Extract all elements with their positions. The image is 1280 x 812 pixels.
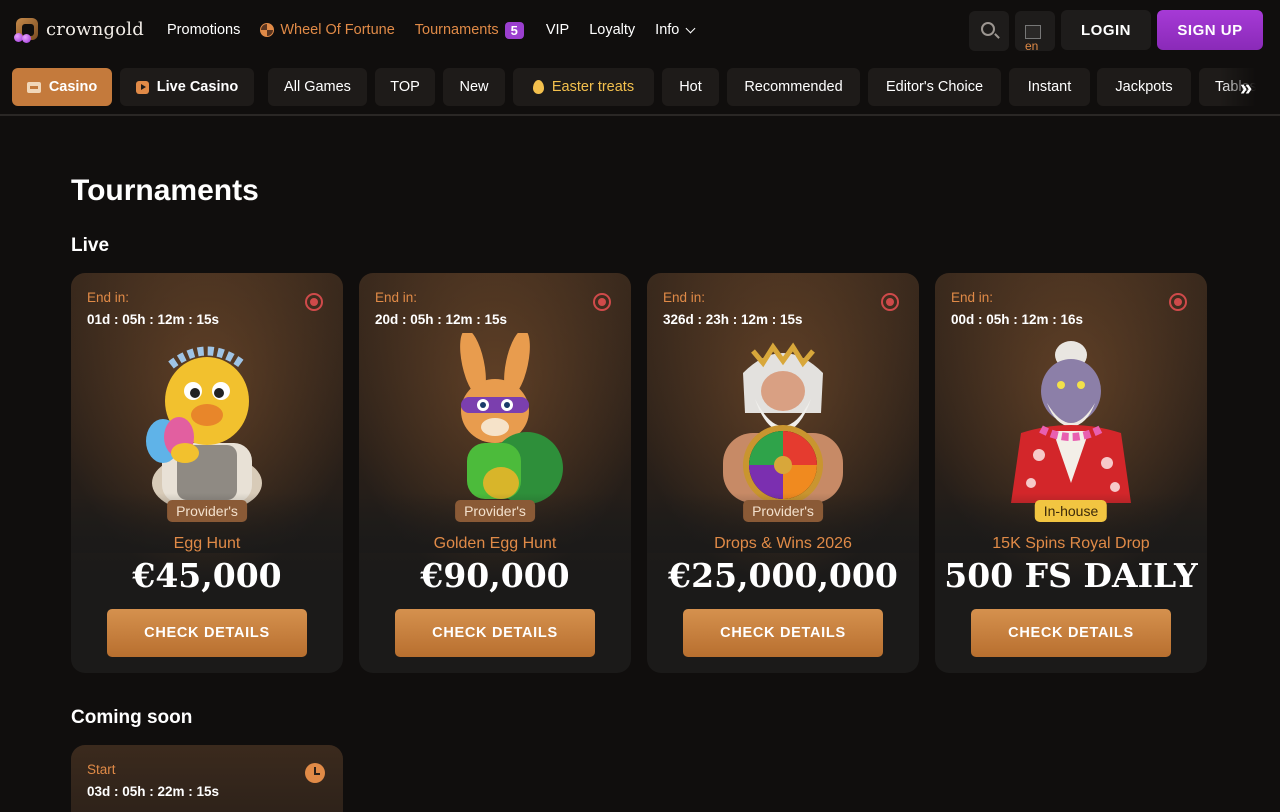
nav-tournaments[interactable]: Tournaments 5 — [414, 21, 524, 39]
tournament-prize: 500 FS DAILY — [944, 556, 1198, 595]
category-editors-choice[interactable]: Editor's Choice — [868, 68, 1001, 106]
brand-logo[interactable]: crowngold — [14, 16, 144, 43]
tournament-type-badge: Provider's — [743, 500, 823, 522]
category-new[interactable]: New — [443, 68, 505, 106]
category-label: Casino — [48, 79, 98, 95]
category-label: Live Casino — [156, 79, 239, 95]
countdown-timer: 326d : 23h : 12m : 15s — [663, 312, 803, 327]
live-indicator-icon — [881, 293, 899, 311]
tournament-card[interactable]: End in: 20d : 05h : 12m : 15s Provider's… — [359, 273, 631, 673]
tournament-type-badge: Provider's — [167, 500, 247, 522]
wheel-icon — [260, 23, 275, 37]
nav-promotions[interactable]: Promotions — [167, 22, 240, 38]
category-bar: Casino Live Casino All Games TOP New Eas… — [0, 64, 1280, 112]
flag-icon — [1025, 25, 1041, 39]
live-section-heading: Live — [71, 235, 110, 256]
tournament-prize: €45,000 — [132, 556, 282, 595]
egg-icon — [532, 80, 544, 94]
check-details-button[interactable]: CHECK DETAILS — [107, 609, 307, 657]
zeus-mascot-image — [723, 342, 843, 505]
check-details-button[interactable]: CHECK DETAILS — [971, 609, 1171, 657]
brand-name: crowngold — [46, 18, 144, 40]
countdown-timer: 00d : 05h : 12m : 16s — [951, 312, 1084, 327]
check-details-button[interactable]: CHECK DETAILS — [395, 609, 595, 657]
nav-wheel-label: Wheel Of Fortune — [280, 22, 395, 38]
tournament-card[interactable]: End in: 01d : 05h : 12m : 15s Provider's… — [71, 273, 343, 673]
tournaments-count-badge: 5 — [504, 21, 524, 39]
check-details-button[interactable]: CHECK DETAILS — [683, 609, 883, 657]
nav-loyalty[interactable]: Loyalty — [589, 22, 635, 38]
bunny-mascot-image — [460, 333, 563, 504]
tournament-type-badge: Provider's — [455, 500, 535, 522]
category-live-casino[interactable]: Live Casino — [120, 68, 254, 106]
login-button[interactable]: LOGIN — [1061, 10, 1151, 50]
tournament-name: Drops & Wins 2026 — [714, 535, 852, 552]
tournament-name: Golden Egg Hunt — [433, 535, 557, 552]
search-button[interactable] — [969, 11, 1009, 51]
end-in-label: End in: — [951, 290, 994, 305]
play-icon — [135, 80, 149, 94]
signup-button[interactable]: SIGN UP — [1157, 10, 1263, 50]
live-indicator-icon — [1169, 293, 1187, 311]
end-in-label: End in: — [87, 290, 130, 305]
clock-icon — [305, 763, 325, 783]
coming-soon-heading: Coming soon — [71, 707, 193, 728]
category-all-games[interactable]: All Games — [268, 68, 367, 106]
chevron-down-icon — [685, 23, 696, 33]
tournament-type-badge: In-house — [1034, 500, 1108, 522]
end-in-label: End in: — [663, 290, 706, 305]
countdown-timer: 03d : 05h : 22m : 15s — [87, 784, 220, 799]
category-casino[interactable]: Casino — [12, 68, 112, 106]
nav-info[interactable]: Info — [655, 22, 696, 38]
nav-wheel-of-fortune[interactable]: Wheel Of Fortune — [260, 22, 395, 38]
live-indicator-icon — [305, 293, 323, 311]
start-label: Start — [87, 762, 116, 777]
page-title: Tournaments — [71, 174, 259, 207]
tournament-prize: €25,000,000 — [668, 556, 898, 595]
chevron-double-right-icon[interactable]: » — [1240, 77, 1252, 99]
language-code: en — [1025, 39, 1039, 53]
tournament-prize: €90,000 — [420, 556, 570, 595]
category-top[interactable]: TOP — [375, 68, 435, 106]
live-indicator-icon — [593, 293, 611, 311]
tournament-name: 15K Spins Royal Drop — [992, 535, 1150, 552]
header-divider — [0, 114, 1280, 116]
category-instant[interactable]: Instant — [1009, 68, 1090, 106]
tournament-card[interactable]: End in: 326d : 23h : 12m : 15s Provider'… — [647, 273, 919, 673]
countdown-timer: 20d : 05h : 12m : 15s — [375, 312, 508, 327]
end-in-label: End in: — [375, 290, 418, 305]
category-label: Easter treats — [551, 79, 635, 95]
category-jackpots[interactable]: Jackpots — [1097, 68, 1191, 106]
nav-tournaments-label: Tournaments — [414, 22, 499, 38]
upcoming-tournament-card[interactable]: Start 03d : 05h : 22m : 15s — [71, 745, 343, 812]
nav-vip[interactable]: VIP — [546, 22, 569, 38]
nav-info-label: Info — [655, 22, 680, 38]
category-hot[interactable]: Hot — [662, 68, 719, 106]
top-navigation-bar: crowngold Promotions Wheel Of Fortune To… — [0, 0, 1280, 60]
main-nav: Promotions Wheel Of Fortune Tournaments … — [167, 0, 714, 60]
countdown-timer: 01d : 05h : 12m : 15s — [87, 312, 220, 327]
language-selector[interactable]: en — [1015, 11, 1055, 53]
tournament-card[interactable]: End in: 00d : 05h : 12m : 16s In-house 1… — [935, 273, 1207, 673]
tournament-name: Egg Hunt — [173, 535, 241, 552]
chick-mascot-image — [146, 346, 262, 513]
crown-logo-icon — [14, 16, 40, 43]
category-recommended[interactable]: Recommended — [727, 68, 860, 106]
casino-icon — [26, 81, 41, 93]
category-easter-treats[interactable]: Easter treats — [513, 68, 654, 106]
ogre-mascot-image — [1011, 341, 1131, 503]
